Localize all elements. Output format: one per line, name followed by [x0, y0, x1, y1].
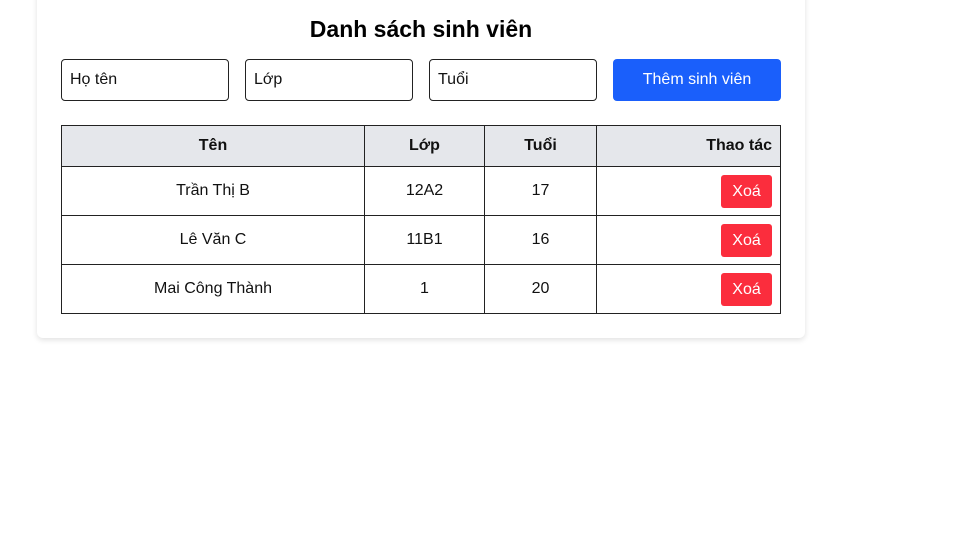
cell-age: 17 [484, 166, 597, 216]
cell-class: 1 [364, 264, 485, 314]
add-student-button[interactable]: Thêm sinh viên [613, 59, 781, 101]
table-row: Trần Thị B 12A2 17 Xoá [61, 166, 781, 216]
student-table: Tên Lớp Tuổi Thao tác Trần Thị B 12A2 17… [61, 125, 781, 314]
cell-class: 11B1 [364, 215, 485, 265]
cell-class: 12A2 [364, 166, 485, 216]
cell-age: 16 [484, 215, 597, 265]
table-row: Mai Công Thành 1 20 Xoá [61, 264, 781, 314]
student-list-card: Danh sách sinh viên Thêm sinh viên Tên L… [37, 0, 805, 338]
table-body: Trần Thị B 12A2 17 Xoá Lê Văn C 11B1 16 … [61, 166, 781, 314]
header-row: Tên Lớp Tuổi Thao tác [61, 125, 781, 167]
cell-actions: Xoá [596, 264, 781, 314]
header-actions: Thao tác [596, 125, 781, 167]
cell-age: 20 [484, 264, 597, 314]
delete-button[interactable]: Xoá [721, 272, 772, 306]
header-name: Tên [61, 125, 365, 167]
delete-button[interactable]: Xoá [721, 174, 772, 208]
page-title: Danh sách sinh viên [309, 16, 533, 42]
header-class: Lớp [364, 125, 485, 167]
age-input[interactable] [429, 59, 597, 101]
header-age: Tuổi [484, 125, 597, 167]
class-input[interactable] [245, 59, 413, 101]
table-row: Lê Văn C 11B1 16 Xoá [61, 215, 781, 265]
cell-name: Lê Văn C [61, 215, 365, 265]
cell-actions: Xoá [596, 215, 781, 265]
delete-button[interactable]: Xoá [721, 223, 772, 257]
cell-actions: Xoá [596, 166, 781, 216]
name-input[interactable] [61, 59, 229, 101]
cell-name: Mai Công Thành [61, 264, 365, 314]
table-header: Tên Lớp Tuổi Thao tác [61, 125, 781, 167]
cell-name: Trần Thị B [61, 166, 365, 216]
